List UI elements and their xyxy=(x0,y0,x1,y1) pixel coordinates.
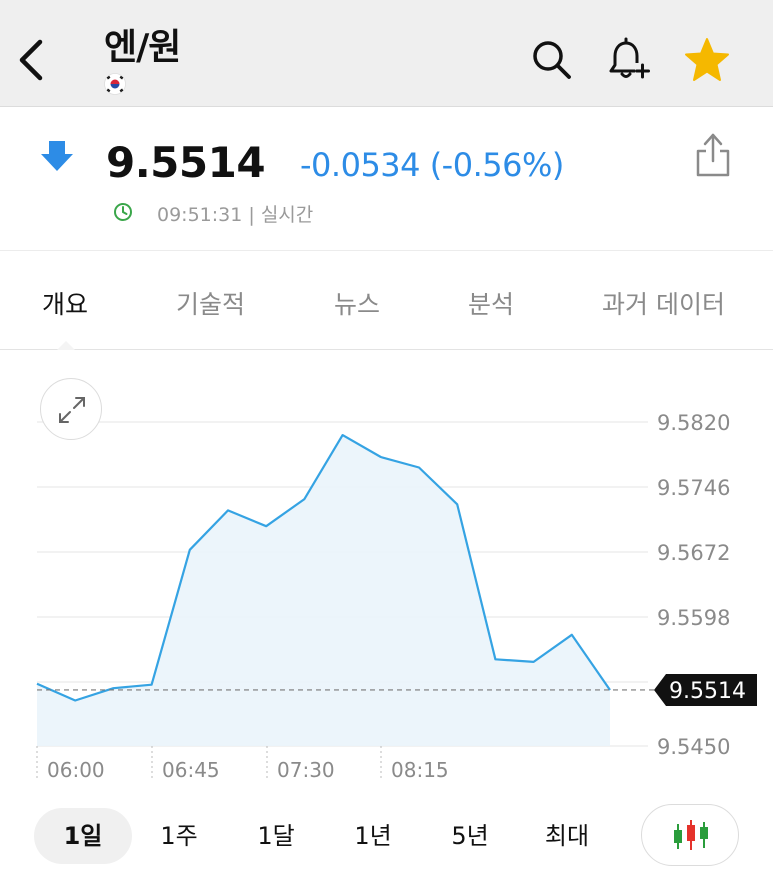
period-max[interactable]: 최대 xyxy=(518,808,616,864)
active-tab-indicator xyxy=(57,341,75,350)
series-area xyxy=(37,435,610,746)
tab-historical-data[interactable]: 과거 데이터 xyxy=(602,285,725,321)
star-icon[interactable] xyxy=(683,36,731,84)
section-tabs: 개요 기술적 뉴스 분석 과거 데이터 xyxy=(0,251,773,350)
search-icon[interactable] xyxy=(527,36,575,84)
tab-news[interactable]: 뉴스 xyxy=(334,285,380,321)
x-tick-label: 06:45 xyxy=(162,758,220,782)
price-chart[interactable]: 9.5820 9.5746 9.5672 9.5598 9.5450 06:00 06:45… xyxy=(0,350,773,790)
chart-type-button[interactable] xyxy=(641,804,739,866)
period-selector: 1일 1주 1달 1년 5년 최대 xyxy=(0,796,773,887)
x-tick-label: 07:30 xyxy=(277,758,335,782)
share-icon[interactable] xyxy=(693,132,733,178)
y-tick-label: 9.5746 xyxy=(657,476,730,500)
period-1w[interactable]: 1주 xyxy=(130,808,228,864)
x-tick-label: 06:00 xyxy=(47,758,105,782)
tab-technical[interactable]: 기술적 xyxy=(176,285,245,321)
period-1d[interactable]: 1일 xyxy=(34,808,132,864)
candlestick-icon xyxy=(674,820,708,850)
period-1y[interactable]: 1년 xyxy=(324,808,422,864)
quote-summary: 9.5514 -0.0534 (-0.56%) 09:51:31 | 실시간 xyxy=(0,108,773,251)
period-5y[interactable]: 5년 xyxy=(421,808,519,864)
pair-title: 엔/원 xyxy=(104,27,181,68)
current-price: 9.5514 xyxy=(106,138,266,187)
quote-timestamp: 09:51:31 | 실시간 xyxy=(157,204,314,226)
bell-plus-icon[interactable] xyxy=(604,36,652,84)
current-value-label: 9.5514 xyxy=(669,679,746,704)
y-tick-label: 9.5450 xyxy=(657,735,730,759)
y-tick-label: 9.5598 xyxy=(657,606,730,630)
x-tick-label: 08:15 xyxy=(391,758,449,782)
expand-chart-button[interactable] xyxy=(40,378,102,440)
korea-flag-icon xyxy=(104,73,126,95)
tab-analysis[interactable]: 분석 xyxy=(468,285,514,321)
arrow-down-icon xyxy=(41,141,73,171)
clock-icon xyxy=(114,203,132,221)
top-bar: 엔/원 xyxy=(0,0,773,107)
expand-icon xyxy=(59,397,85,423)
period-1m[interactable]: 1달 xyxy=(227,808,325,864)
chart-svg: 9.5820 9.5746 9.5672 9.5598 9.5450 06:00 06:45… xyxy=(36,411,757,782)
y-tick-label: 9.5820 xyxy=(657,411,730,435)
y-tick-label: 9.5672 xyxy=(657,541,730,565)
chevron-left-icon[interactable] xyxy=(14,38,50,82)
price-change: -0.0534 (-0.56%) xyxy=(300,146,564,184)
tab-overview[interactable]: 개요 xyxy=(42,285,88,321)
